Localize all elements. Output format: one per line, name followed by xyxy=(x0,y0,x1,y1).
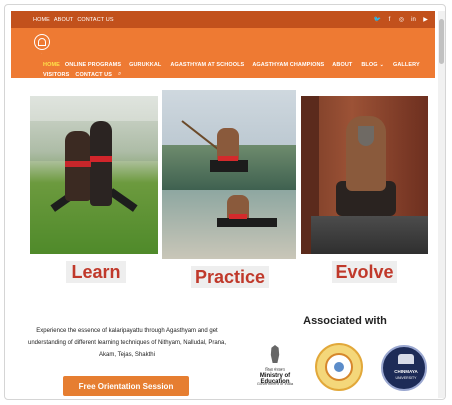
logo-mark-icon xyxy=(34,34,50,50)
twitter-icon[interactable]: 🐦 xyxy=(374,16,381,23)
nav-agasthyam-champions[interactable]: AGASTHYAM CHAMPIONS xyxy=(252,62,324,68)
nav-row-secondary: VISITORS CONTACT US ⌕ xyxy=(43,71,122,78)
nav-about[interactable]: ABOUT xyxy=(332,62,352,68)
search-icon[interactable]: ⌕ xyxy=(118,71,121,78)
university-subtitle: UNIVERSITY xyxy=(395,376,417,380)
nav-contact-us[interactable]: CONTACT US xyxy=(75,72,112,78)
associated-with-heading: Associated with xyxy=(303,315,387,327)
top-link-home[interactable]: HOME xyxy=(33,17,50,23)
social-links: 🐦 f ◎ in ▶ xyxy=(374,16,429,23)
caption-practice: Practice xyxy=(191,266,269,288)
site-logo[interactable]: · xyxy=(32,34,52,56)
main-navbar: · HOME ONLINE PROGRAMS GURUKKAL AGASTHYA… xyxy=(11,28,435,78)
intro-description: Experience the essence of kalaripayattu … xyxy=(27,328,226,358)
nav-gurukkal[interactable]: GURUKKAL xyxy=(129,62,161,68)
evolve-photo xyxy=(301,96,428,254)
linkedin-icon[interactable]: in xyxy=(410,16,417,23)
top-bar: HOME ABOUT CONTACT US 🐦 f ◎ in ▶ xyxy=(11,11,435,28)
top-link-contact[interactable]: CONTACT US xyxy=(77,17,113,23)
chinmaya-university-logo[interactable]: CHINMAYA UNIVERSITY xyxy=(381,345,427,391)
practice-photo xyxy=(162,90,296,259)
ministry-subtitle: Government of India xyxy=(256,381,294,386)
logo-wordmark: · xyxy=(41,51,43,55)
top-link-about[interactable]: ABOUT xyxy=(54,17,73,23)
nav-gallery[interactable]: GALLERY xyxy=(393,62,420,68)
vertical-scrollbar[interactable] xyxy=(438,11,445,398)
university-name: CHINMAYA xyxy=(394,369,418,374)
nav-online-programs[interactable]: ONLINE PROGRAMS xyxy=(65,62,121,68)
ministry-of-education-logo[interactable]: शिक्षा मंत्रालय Ministry of Education Go… xyxy=(249,345,301,393)
national-emblem-icon xyxy=(270,345,280,363)
instagram-icon[interactable]: ◎ xyxy=(398,16,405,23)
learn-photo xyxy=(30,96,158,254)
free-orientation-button[interactable]: Free Orientation Session xyxy=(63,376,189,396)
university-crest-icon xyxy=(398,354,414,364)
nav-agasthyam-at-schools[interactable]: AGASTHYAM AT SCHOOLS xyxy=(170,62,244,68)
youtube-icon[interactable]: ▶ xyxy=(422,16,429,23)
top-links: HOME ABOUT CONTACT US xyxy=(33,17,114,23)
facebook-icon[interactable]: f xyxy=(386,16,393,23)
caption-learn: Learn xyxy=(66,261,126,283)
scrollbar-thumb[interactable] xyxy=(439,19,444,64)
nav-row-primary: HOME ONLINE PROGRAMS GURUKKAL AGASTHYAM … xyxy=(43,62,420,68)
caption-evolve: Evolve xyxy=(332,261,397,283)
browser-window: HOME ABOUT CONTACT US 🐦 f ◎ in ▶ · HOME … xyxy=(4,4,446,400)
seal-emblem-icon xyxy=(325,353,353,381)
nav-blog[interactable]: BLOG xyxy=(361,62,377,68)
partner-seal-logo[interactable] xyxy=(315,343,363,391)
nav-visitors[interactable]: VISITORS xyxy=(43,72,69,78)
chevron-down-icon[interactable]: ⌄ xyxy=(380,62,384,68)
nav-home[interactable]: HOME xyxy=(43,62,60,68)
